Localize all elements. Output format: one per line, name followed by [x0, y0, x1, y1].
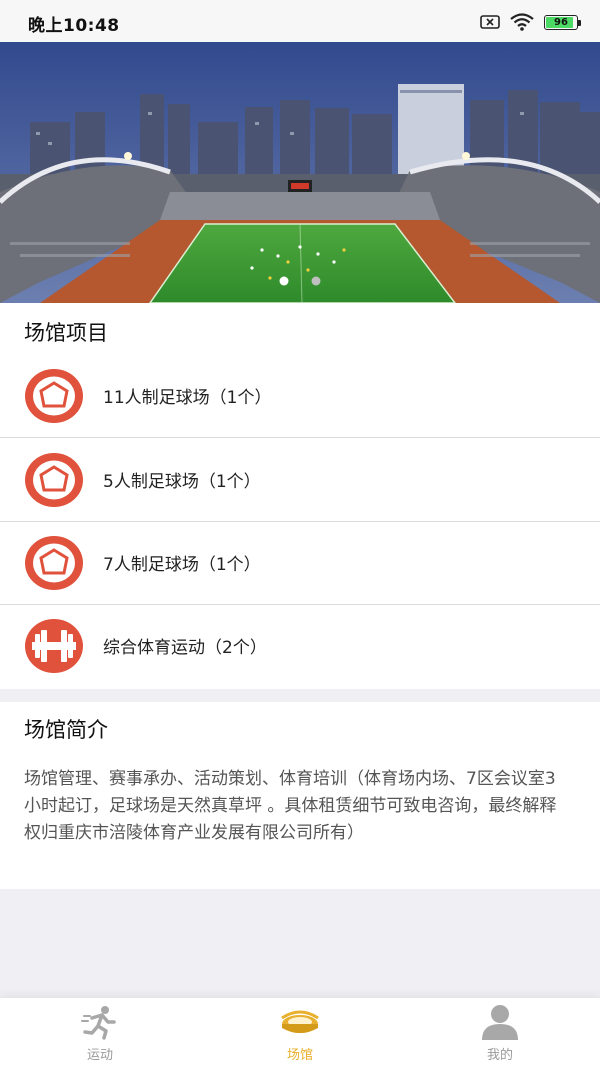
running-icon	[81, 1006, 116, 1040]
venue-intro-section: 场馆简介 场馆管理、赛事承办、活动策划、体育培训（体育场内场、7区会议室3小时起…	[0, 702, 600, 889]
project-label: 7人制足球场（1个）	[103, 555, 261, 575]
venue-intro-text: 场馆管理、赛事承办、活动策划、体育培训（体育场内场、7区会议室3小时起订，足球场…	[24, 769, 557, 843]
project-label: 综合体育运动（2个）	[103, 638, 267, 658]
project-item[interactable]: 5人制足球场（1个）	[0, 439, 600, 522]
tab-label: 我的	[486, 1048, 513, 1063]
dumbbell-icon	[25, 619, 83, 673]
user-icon	[482, 1005, 518, 1040]
carousel-indicator[interactable]	[270, 275, 330, 287]
project-item[interactable]: 11人制足球场（1个）	[0, 355, 600, 438]
status-icons: 96	[480, 12, 581, 32]
project-label: 5人制足球场（1个）	[103, 472, 261, 492]
tab-profile[interactable]: 我的	[400, 998, 600, 1066]
tab-sports[interactable]: 运动	[0, 998, 200, 1066]
project-label: 11人制足球场（1个）	[103, 388, 272, 408]
tab-label: 运动	[86, 1048, 113, 1063]
battery-icon: 96	[544, 14, 581, 30]
section-title-intro: 场馆简介	[24, 718, 108, 742]
venue-projects-section: 场馆项目 11人制足球场（1个） 5人制足球场（1个） 7人制足球场（1个） 综…	[0, 303, 600, 689]
status-time: 晚上10:48	[28, 16, 120, 36]
carousel-dot-active	[279, 276, 289, 286]
sim-off-icon	[480, 15, 500, 29]
tab-label: 场馆	[286, 1048, 313, 1063]
bottom-tab-bar: 运动 场馆 我的	[0, 997, 600, 1066]
football-icon	[25, 369, 83, 423]
stadium-icon	[281, 1010, 319, 1033]
section-title-projects: 场馆项目	[24, 321, 108, 345]
project-item[interactable]: 综合体育运动（2个）	[0, 605, 600, 688]
stadium-photo	[0, 42, 600, 303]
football-icon	[25, 536, 83, 590]
football-icon	[25, 453, 83, 507]
wifi-icon	[510, 13, 534, 31]
project-item[interactable]: 7人制足球场（1个）	[0, 522, 600, 605]
tab-venues[interactable]: 场馆	[200, 998, 400, 1066]
status-bar: 晚上10:48 96	[0, 0, 600, 42]
carousel-dot	[311, 276, 321, 286]
battery-level: 96	[554, 16, 568, 28]
banner-carousel[interactable]	[0, 42, 600, 303]
